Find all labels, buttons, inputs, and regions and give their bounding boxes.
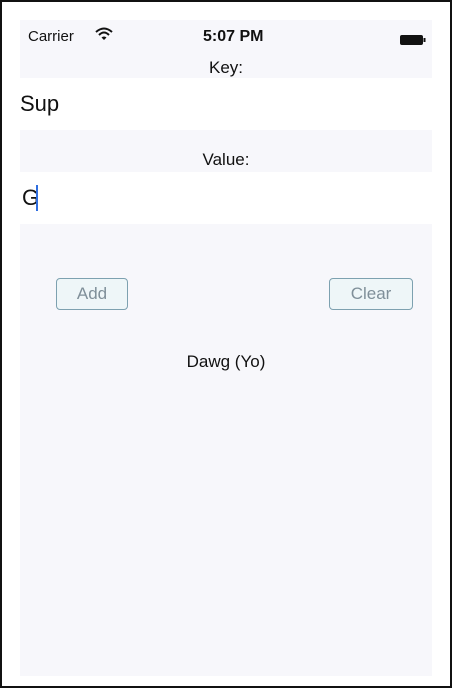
- clear-button[interactable]: Clear: [329, 278, 413, 310]
- add-button[interactable]: Add: [56, 278, 128, 310]
- content-area: Add Clear Dawg (Yo): [20, 224, 432, 676]
- battery-icon: [400, 32, 426, 45]
- value-label: Value:: [202, 150, 250, 169]
- key-field-row: [20, 78, 432, 130]
- key-label: Key:: [208, 58, 244, 77]
- app-frame: Carrier 5:07 PM Key: Value: Add Clear Da: [0, 0, 452, 688]
- status-bar: Carrier 5:07 PM Key:: [20, 20, 432, 78]
- value-field[interactable]: [20, 172, 432, 224]
- result-label: Dawg (Yo): [186, 352, 266, 371]
- key-field[interactable]: [20, 78, 432, 130]
- status-time: 5:07 PM: [203, 28, 264, 45]
- wifi-icon: [94, 26, 114, 42]
- value-label-row: Value:: [20, 130, 432, 172]
- text-caret: [36, 185, 38, 211]
- value-field-row: [20, 172, 432, 224]
- carrier-name: Carrier: [28, 28, 74, 45]
